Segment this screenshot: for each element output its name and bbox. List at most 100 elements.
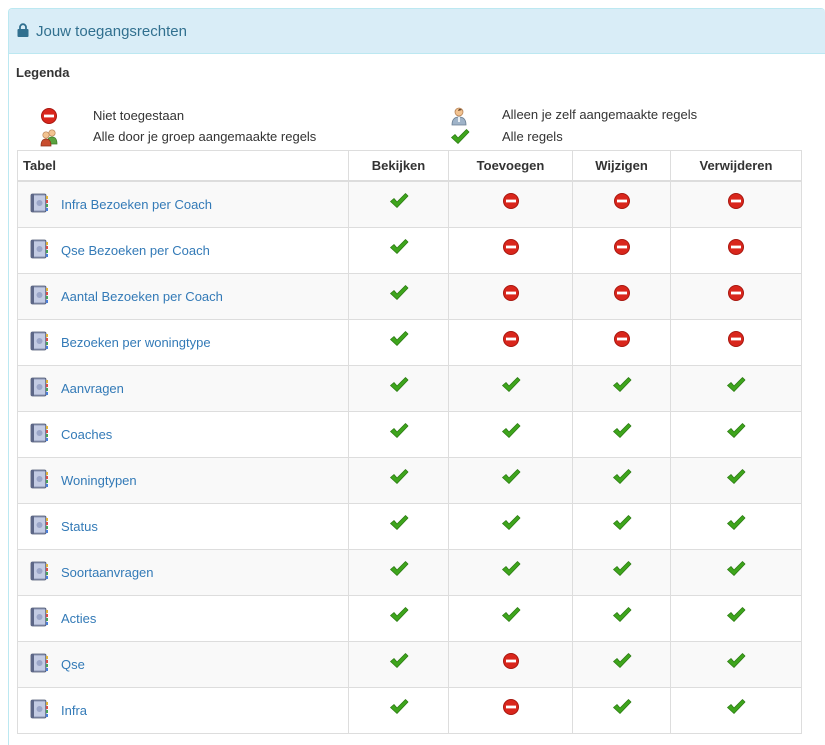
legend-row-own-rules: Alleen je zelf aangemaakte regels xyxy=(0,104,825,126)
check-icon xyxy=(389,329,409,349)
table-name-link[interactable]: Status xyxy=(61,519,98,534)
table-name-cell: Infra xyxy=(17,687,349,734)
table-name-link[interactable]: Soortaanvragen xyxy=(61,565,154,580)
permission-cell-add xyxy=(448,411,573,458)
check-icon xyxy=(389,467,409,487)
table-name-wrapper: Acties xyxy=(18,606,348,631)
table-row: Infra Bezoeken per Coach xyxy=(17,180,802,228)
table-name-wrapper: Infra Bezoeken per Coach xyxy=(18,192,348,217)
table-row: Qse Bezoeken per Coach xyxy=(17,227,802,274)
table-book-icon xyxy=(28,376,50,401)
table-row: Woningtypen xyxy=(17,457,802,504)
permission-cell-edit xyxy=(572,687,671,734)
no-entry-icon xyxy=(726,284,746,304)
table-name-wrapper: Coaches xyxy=(18,422,348,447)
permission-cell-edit xyxy=(572,319,671,366)
check-icon xyxy=(612,467,632,487)
legend-row-all-rules: Alle regels xyxy=(0,126,825,146)
no-entry-icon xyxy=(501,698,521,718)
table-book-icon xyxy=(28,192,50,217)
check-icon xyxy=(389,421,409,441)
check-icon xyxy=(612,513,632,533)
permission-cell-view xyxy=(348,227,449,274)
check-icon xyxy=(501,421,521,441)
permission-cell-add xyxy=(448,457,573,504)
check-icon xyxy=(389,375,409,395)
table-name-cell: Infra Bezoeken per Coach xyxy=(17,180,349,228)
table-row: Aantal Bezoeken per Coach xyxy=(17,273,802,320)
table-row: Coaches xyxy=(17,411,802,458)
permission-cell-delete xyxy=(670,687,802,734)
column-header-view: Bekijken xyxy=(348,150,449,182)
permission-cell-delete xyxy=(670,365,802,412)
table-book-icon xyxy=(28,238,50,263)
table-name-link[interactable]: Aantal Bezoeken per Coach xyxy=(61,289,223,304)
check-icon xyxy=(450,127,470,147)
table-name-cell: Aantal Bezoeken per Coach xyxy=(17,273,349,320)
no-entry-icon xyxy=(726,192,746,212)
permission-cell-view xyxy=(348,687,449,734)
column-header-edit: Wijzigen xyxy=(572,150,671,182)
table-name-link[interactable]: Acties xyxy=(61,611,96,626)
table-book-icon xyxy=(28,284,50,309)
permission-cell-delete xyxy=(670,503,802,550)
permission-cell-add xyxy=(448,503,573,550)
table-name-link[interactable]: Qse Bezoeken per Coach xyxy=(61,243,210,258)
permission-cell-delete xyxy=(670,319,802,366)
table-name-link[interactable]: Bezoeken per woningtype xyxy=(61,335,211,350)
permission-cell-edit xyxy=(572,595,671,642)
permission-cell-delete xyxy=(670,641,802,688)
table-name-link[interactable]: Qse xyxy=(61,657,85,672)
no-entry-icon xyxy=(501,284,521,304)
check-icon xyxy=(501,605,521,625)
table-row: Status xyxy=(17,503,802,550)
permission-cell-delete xyxy=(670,549,802,596)
check-icon xyxy=(389,605,409,625)
column-header-add: Toevoegen xyxy=(448,150,573,182)
check-icon xyxy=(726,467,746,487)
permission-cell-view xyxy=(348,549,449,596)
legend-title: Legenda xyxy=(16,65,70,80)
table-book-icon xyxy=(28,330,50,355)
table-name-wrapper: Soortaanvragen xyxy=(18,560,348,585)
permission-cell-edit xyxy=(572,273,671,320)
table-row: Acties xyxy=(17,595,802,642)
permission-cell-add xyxy=(448,687,573,734)
table-name-link[interactable]: Woningtypen xyxy=(61,473,137,488)
permission-cell-delete xyxy=(670,273,802,320)
table-name-wrapper: Status xyxy=(18,514,348,539)
check-icon xyxy=(389,697,409,717)
permission-cell-view xyxy=(348,457,449,504)
table-name-link[interactable]: Aanvragen xyxy=(61,381,124,396)
table-row: Qse xyxy=(17,641,802,688)
permission-cell-delete xyxy=(670,180,802,228)
check-icon xyxy=(389,237,409,257)
table-row: Infra xyxy=(17,687,802,734)
permission-cell-delete xyxy=(670,411,802,458)
no-entry-icon xyxy=(501,192,521,212)
check-icon xyxy=(612,375,632,395)
permission-cell-add xyxy=(448,365,573,412)
permission-cell-edit xyxy=(572,180,671,228)
check-icon xyxy=(726,651,746,671)
no-entry-icon xyxy=(612,330,632,350)
no-entry-icon xyxy=(501,652,521,672)
permission-cell-edit xyxy=(572,365,671,412)
table-name-link[interactable]: Infra Bezoeken per Coach xyxy=(61,197,212,212)
table-name-cell: Acties xyxy=(17,595,349,642)
table-name-link[interactable]: Coaches xyxy=(61,427,112,442)
table-name-wrapper: Infra xyxy=(18,698,348,723)
permission-cell-add xyxy=(448,273,573,320)
check-icon xyxy=(501,513,521,533)
panel-heading: Jouw toegangsrechten xyxy=(9,9,825,54)
check-icon xyxy=(726,697,746,717)
table-name-link[interactable]: Infra xyxy=(61,703,87,718)
lock-icon xyxy=(17,23,29,37)
permission-cell-delete xyxy=(670,227,802,274)
table-name-cell: Bezoeken per woningtype xyxy=(17,319,349,366)
permission-cell-add xyxy=(448,227,573,274)
permission-cell-view xyxy=(348,595,449,642)
check-icon xyxy=(389,191,409,211)
table-book-icon xyxy=(28,422,50,447)
permission-cell-view xyxy=(348,319,449,366)
